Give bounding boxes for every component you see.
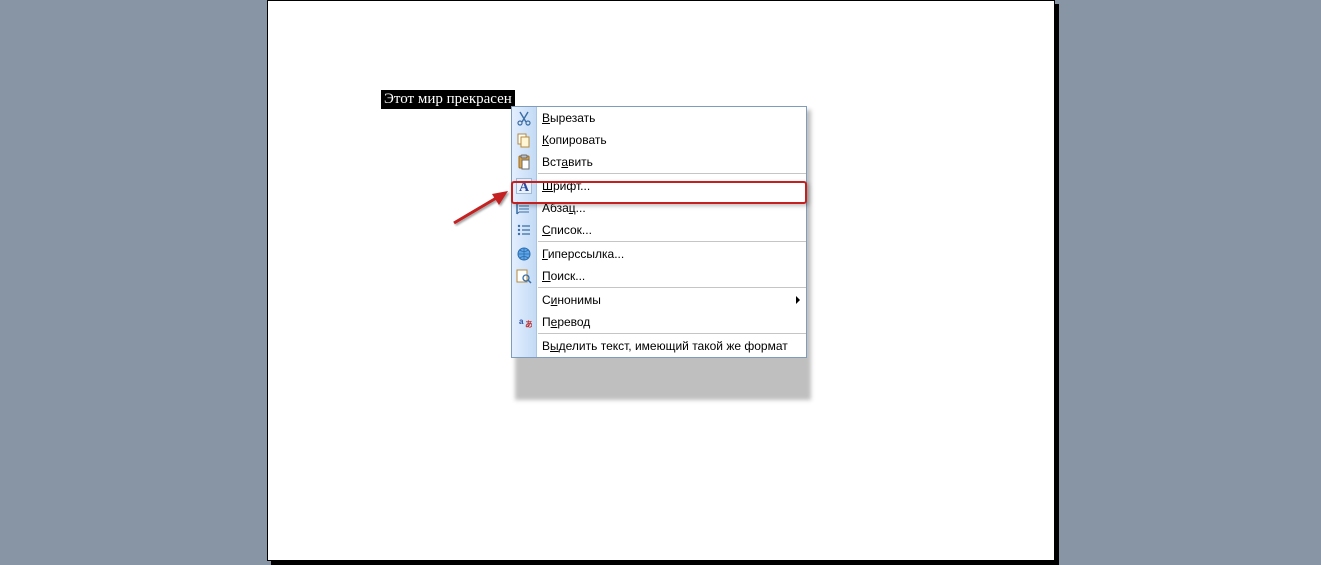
menu-item-select-similar-formatting[interactable]: Выделить текст, имеющий такой же формат	[512, 335, 806, 357]
svg-text:あ: あ	[525, 320, 532, 329]
font-icon: A	[516, 178, 532, 194]
menu-label: Гиперссылка...	[542, 247, 624, 261]
chevron-right-icon	[796, 296, 800, 304]
svg-text:A: A	[519, 180, 530, 194]
menu-item-translate[interactable]: a あ Перевод	[512, 311, 806, 333]
paste-icon	[516, 154, 532, 170]
paragraph-icon	[516, 200, 532, 216]
menu-label: Копировать	[542, 133, 607, 147]
menu-label: Вставить	[542, 155, 593, 169]
context-menu: Вырезать Копировать	[511, 106, 807, 358]
selected-text[interactable]: Этот мир прекрасен	[381, 90, 515, 109]
menu-item-find[interactable]: Поиск...	[512, 265, 806, 287]
menu-label: Вырезать	[542, 111, 595, 125]
menu-item-list[interactable]: Список...	[512, 219, 806, 241]
menu-item-hyperlink[interactable]: Гиперссылка...	[512, 243, 806, 265]
menu-label: Выделить текст, имеющий такой же формат	[542, 339, 788, 353]
menu-label: Абзац...	[542, 201, 586, 215]
cut-icon	[516, 110, 532, 126]
svg-text:a: a	[519, 317, 524, 326]
hyperlink-icon	[516, 246, 532, 262]
document-page[interactable]: Этот мир прекрасен Вырезать	[267, 0, 1055, 561]
menu-label: Поиск...	[542, 269, 585, 283]
menu-label: Список...	[542, 223, 592, 237]
menu-item-copy[interactable]: Копировать	[512, 129, 806, 151]
menu-item-paragraph[interactable]: Абзац...	[512, 197, 806, 219]
list-icon	[516, 222, 532, 238]
menu-item-paste[interactable]: Вставить	[512, 151, 806, 173]
menu-item-cut[interactable]: Вырезать	[512, 107, 806, 129]
translate-icon: a あ	[516, 314, 532, 330]
menu-item-font[interactable]: A Шрифт...	[512, 175, 806, 197]
copy-icon	[516, 132, 532, 148]
menu-label: Перевод	[542, 315, 590, 329]
annotation-arrow-icon	[450, 187, 510, 227]
menu-label: Шрифт...	[542, 179, 590, 193]
find-icon	[516, 268, 532, 284]
menu-item-synonyms[interactable]: Синонимы	[512, 289, 806, 311]
menu-label: Синонимы	[542, 293, 601, 307]
document-page-container: Этот мир прекрасен Вырезать	[267, 0, 1055, 561]
